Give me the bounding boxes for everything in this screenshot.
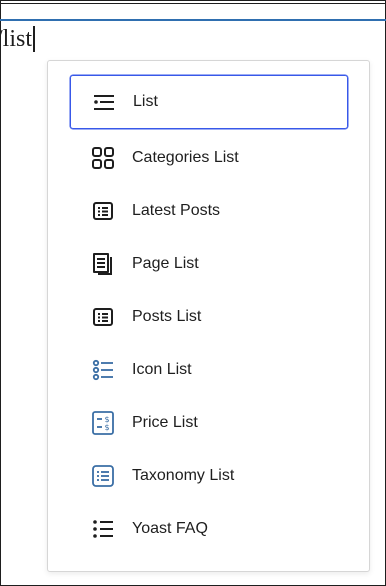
list-icon [91, 89, 117, 115]
menu-item-list[interactable]: List [70, 75, 348, 129]
menu-item-label: Yoast FAQ [132, 520, 208, 537]
menu-item-label: Categories List [132, 149, 239, 166]
icon-list-icon [90, 357, 116, 383]
price-list-icon: $ $ [90, 410, 116, 436]
menu-item-label: Latest Posts [132, 202, 221, 219]
menu-item-label: List [133, 93, 158, 110]
menu-item-icon-list[interactable]: Icon List [70, 343, 348, 397]
menu-item-posts-list[interactable]: Posts List [70, 290, 348, 344]
slash-command-text[interactable]: /list [0, 25, 35, 53]
categories-grid-icon [90, 145, 116, 171]
top-divider [0, 3, 386, 4]
taxonomy-list-icon [90, 463, 116, 489]
posts-list-icon [90, 304, 116, 330]
menu-item-label: Posts List [132, 308, 202, 325]
yoast-faq-icon [90, 516, 116, 542]
text-caret [33, 26, 35, 52]
svg-text:$: $ [104, 423, 109, 432]
menu-item-price-list[interactable]: $ $ Price List [70, 396, 348, 450]
menu-item-page-list[interactable]: Page List [70, 237, 348, 291]
menu-item-yoast-faq[interactable]: Yoast FAQ [70, 502, 348, 556]
menu-item-label: Page List [132, 255, 199, 272]
page-list-icon [90, 251, 116, 277]
menu-item-taxonomy-list[interactable]: Taxonomy List [70, 449, 348, 503]
menu-item-latest-posts[interactable]: Latest Posts [70, 184, 348, 238]
menu-item-label: Taxonomy List [132, 467, 235, 484]
menu-item-categories-list[interactable]: Categories List [70, 131, 348, 185]
block-inserter-popover: List Categories List Latest Posts Page L… [47, 60, 370, 572]
latest-posts-icon [90, 198, 116, 224]
block-editor-input[interactable]: /list [0, 19, 386, 61]
menu-item-label: Icon List [132, 361, 192, 378]
editor-typed-text: /list [0, 26, 33, 52]
menu-item-label: Price List [132, 414, 198, 431]
